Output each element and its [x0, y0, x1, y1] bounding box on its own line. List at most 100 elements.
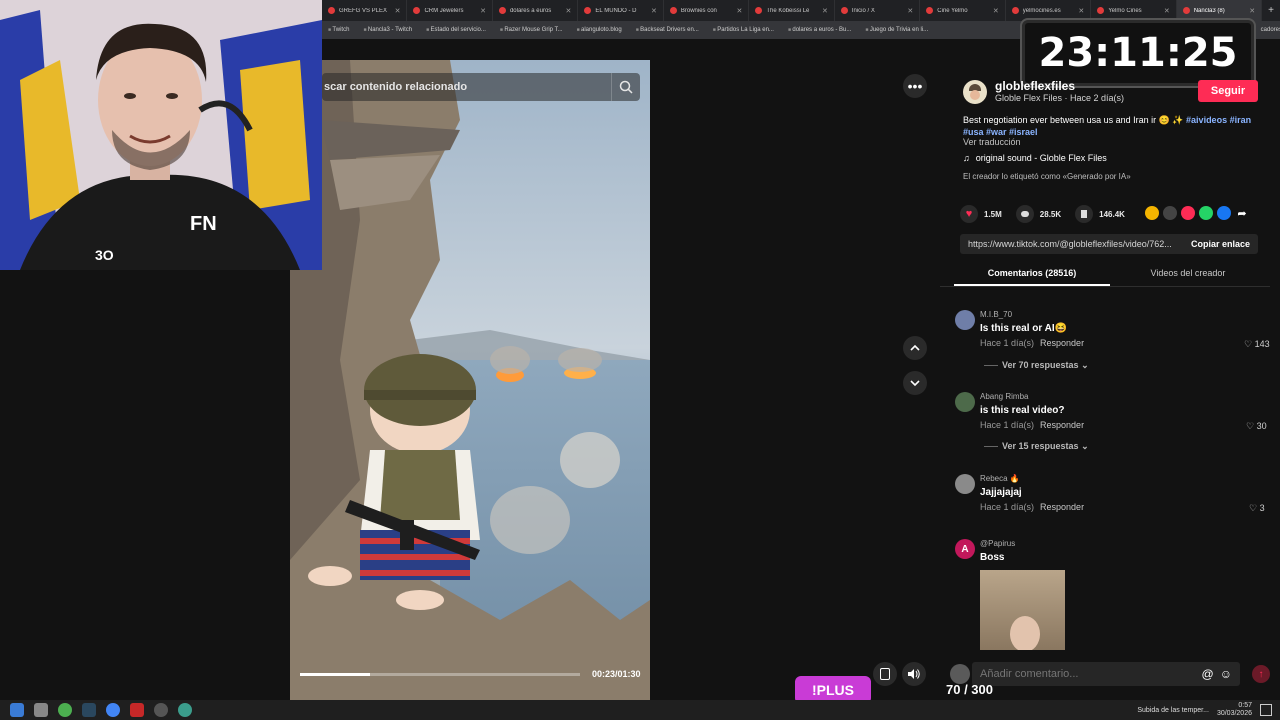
- bookmark-item[interactable]: Twitch: [328, 27, 349, 33]
- browser-tab[interactable]: CRM Jewelers ✕: [407, 0, 493, 21]
- hashtags-line-1[interactable]: #aivideos #iran: [1186, 115, 1251, 125]
- app-icon[interactable]: [178, 703, 192, 717]
- previous-video-button[interactable]: [903, 336, 927, 360]
- related-search-box[interactable]: scar contenido relacionado: [322, 73, 640, 101]
- whatsapp-share-icon[interactable]: [1199, 206, 1213, 220]
- clock[interactable]: 0:57 30/03/2026: [1217, 702, 1252, 718]
- user-avatar: [950, 664, 970, 684]
- close-tab-icon[interactable]: ✕: [480, 7, 486, 15]
- windows-start-icon[interactable]: [10, 703, 24, 717]
- search-icon[interactable]: [34, 703, 48, 717]
- reply-button[interactable]: Responder: [1040, 420, 1084, 430]
- comment-like[interactable]: ♡ 30: [1246, 421, 1267, 432]
- creator-handle[interactable]: globleflexfiles: [995, 79, 1075, 93]
- browser-tab[interactable]: Cine Yelmo ✕: [920, 0, 1006, 21]
- send-to-friends-icon[interactable]: [1181, 206, 1195, 220]
- search-icon[interactable]: [611, 73, 640, 101]
- tab-comments[interactable]: Comentarios (28516): [954, 268, 1110, 278]
- bookmark-item[interactable]: Backseat Drivers en...: [636, 27, 699, 33]
- see-translation-link[interactable]: Ver traducción: [963, 137, 1021, 147]
- close-tab-icon[interactable]: ✕: [651, 7, 657, 15]
- chrome-icon[interactable]: [58, 703, 72, 717]
- browser-tab[interactable]: Inicio / X ✕: [835, 0, 921, 21]
- new-tab-icon[interactable]: +: [1262, 5, 1280, 16]
- bookmarks-overflow[interactable]: cadores: [1261, 27, 1280, 33]
- bookmark-item[interactable]: dolares a euros - Bu...: [788, 27, 851, 33]
- view-replies-button[interactable]: Ver 15 respuestas ⌄: [984, 441, 1089, 452]
- post-comment-button[interactable]: ↑: [1252, 665, 1270, 683]
- close-tab-icon[interactable]: ✕: [1078, 7, 1084, 15]
- sound-name: original sound - Globle Flex Files: [975, 153, 1107, 163]
- next-video-button[interactable]: [903, 371, 927, 395]
- bookmark-item[interactable]: Razer Mouse Grip T...: [500, 27, 562, 33]
- reply-button[interactable]: Responder: [1040, 502, 1084, 512]
- video-url[interactable]: https://www.tiktok.com/@globleflexfiles/…: [960, 239, 1183, 249]
- share-arrow-icon[interactable]: ➦: [1235, 206, 1249, 220]
- view-replies-button[interactable]: Ver 70 respuestas ⌄: [984, 360, 1089, 371]
- video-progress-bar[interactable]: [300, 673, 580, 676]
- comment-avatar[interactable]: [955, 474, 975, 494]
- close-tab-icon[interactable]: ✕: [566, 7, 572, 15]
- hashtags-line-2[interactable]: #usa #war #israel: [963, 127, 1038, 137]
- bookmark-item[interactable]: Juego de Trivia en li...: [865, 27, 928, 33]
- volume-button[interactable]: [902, 662, 926, 686]
- mention-icon[interactable]: @: [1202, 667, 1214, 681]
- close-tab-icon[interactable]: ✕: [1249, 7, 1255, 15]
- comment-like[interactable]: ♡ 3: [1249, 503, 1265, 514]
- tab-creator-videos[interactable]: Videos del creador: [1110, 268, 1266, 278]
- bookmark-item[interactable]: Estado del servicio...: [426, 27, 486, 33]
- bookmark-item[interactable]: Partidos La Liga en...: [713, 27, 774, 33]
- comment-text: Is this real or AI😆: [980, 323, 1068, 334]
- comment-image[interactable]: [980, 570, 1065, 650]
- browser-tab[interactable]: Nancla3 (8) ✕: [1176, 0, 1263, 21]
- app-icon[interactable]: [130, 703, 144, 717]
- facebook-share-icon[interactable]: [1217, 206, 1231, 220]
- browser-tab[interactable]: EL MUNDO - D ✕: [578, 0, 664, 21]
- copy-link-button[interactable]: Copiar enlace: [1183, 239, 1258, 249]
- browser-tab[interactable]: Brownies con ✕: [664, 0, 750, 21]
- close-tab-icon[interactable]: ✕: [736, 7, 742, 15]
- browser-tab[interactable]: yelmocines.es ✕: [1006, 0, 1092, 21]
- close-tab-icon[interactable]: ✕: [907, 7, 913, 15]
- comment-author[interactable]: Rebeca 🔥: [980, 474, 1020, 483]
- emoji-icon[interactable]: ☺: [1220, 667, 1232, 681]
- browser-tab[interactable]: dolares a euros ✕: [493, 0, 579, 21]
- close-tab-icon[interactable]: ✕: [993, 7, 999, 15]
- notifications-icon[interactable]: [1260, 704, 1272, 716]
- bookmark-item[interactable]: Nancla3 - Twitch: [363, 27, 412, 33]
- bookmark-icon[interactable]: [1075, 205, 1094, 223]
- video-player[interactable]: [290, 60, 650, 700]
- creator-avatar[interactable]: [963, 80, 987, 104]
- obs-icon[interactable]: [154, 703, 168, 717]
- close-tab-icon[interactable]: ✕: [1164, 7, 1170, 15]
- chrome-profile-icon[interactable]: [106, 703, 120, 717]
- follow-button[interactable]: Seguir: [1198, 80, 1258, 102]
- comment-like[interactable]: ♡ 143: [1244, 339, 1270, 350]
- sound-row[interactable]: ♫ original sound - Globle Flex Files: [963, 153, 1107, 163]
- browser-tab[interactable]: The Kobeissi Le ✕: [749, 0, 835, 21]
- browser-tab[interactable]: GREFG VS PLEX ✕: [322, 0, 408, 21]
- more-options-button[interactable]: •••: [903, 74, 927, 98]
- weather-text[interactable]: Subida de las temper...: [1137, 707, 1209, 714]
- comment-author[interactable]: @Papirus: [980, 539, 1015, 548]
- comment-avatar[interactable]: [955, 310, 975, 330]
- steam-icon[interactable]: [82, 703, 96, 717]
- comment-author[interactable]: Abang Rimba: [980, 392, 1028, 401]
- browser-tab[interactable]: Yelmo Cines ✕: [1091, 0, 1177, 21]
- picture-in-picture-button[interactable]: [873, 662, 897, 686]
- pip-icon: [880, 668, 890, 680]
- tab-favicon-icon: [498, 7, 506, 14]
- comment-avatar[interactable]: [955, 392, 975, 412]
- bookmark-item[interactable]: alanguloto.blog: [577, 27, 622, 33]
- reply-button[interactable]: Responder: [1040, 338, 1084, 348]
- code-embed-icon[interactable]: [1163, 206, 1177, 220]
- close-tab-icon[interactable]: ✕: [395, 7, 401, 15]
- comment-icon[interactable]: [1015, 205, 1034, 223]
- embed-share-icon[interactable]: [1145, 206, 1159, 220]
- comment-author[interactable]: M.I.B_70: [980, 310, 1012, 319]
- video-link-box: https://www.tiktok.com/@globleflexfiles/…: [960, 234, 1258, 254]
- heart-icon[interactable]: ♥: [960, 205, 978, 223]
- comment-input[interactable]: [972, 667, 1202, 681]
- close-tab-icon[interactable]: ✕: [822, 7, 828, 15]
- comment-avatar[interactable]: A: [955, 539, 975, 559]
